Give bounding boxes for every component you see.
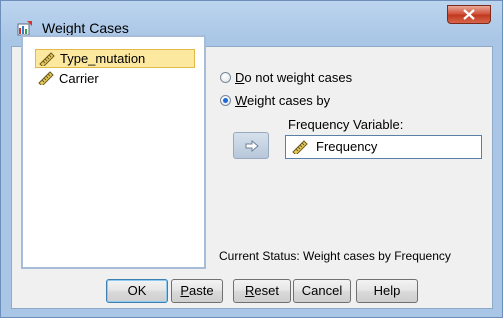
source-variable-list[interactable]: Type_mutation Carrier <box>21 35 206 269</box>
frequency-variable-value: Frequency <box>316 139 378 154</box>
do-not-weight-label: Do not weight cases <box>235 70 353 85</box>
paste-button[interactable]: Paste <box>171 279 223 303</box>
spss-dialog-icon <box>17 21 32 36</box>
list-item-type-mutation[interactable]: Type_mutation <box>35 49 195 68</box>
cancel-button[interactable]: Cancel <box>293 279 351 303</box>
weight-by-label: Weight cases by <box>235 93 331 108</box>
ok-button[interactable]: OK <box>106 279 168 303</box>
scale-ruler-icon <box>292 140 308 154</box>
close-icon <box>463 9 475 20</box>
variable-label: Carrier <box>59 71 99 86</box>
help-button[interactable]: Help <box>356 279 418 303</box>
current-status-text: Current Status: Weight cases by Frequenc… <box>219 249 451 263</box>
arrow-right-icon <box>245 140 259 152</box>
variable-label: Type_mutation <box>60 51 146 66</box>
frequency-variable-label: Frequency Variable: <box>288 117 404 132</box>
weight-cases-dialog: Weight Cases Type_mutation Carrier Do no… <box>0 0 503 318</box>
close-button[interactable] <box>447 5 491 24</box>
reset-button[interactable]: Reset <box>233 279 291 303</box>
weight-by-radio[interactable] <box>220 95 231 106</box>
move-variable-button[interactable] <box>233 132 269 159</box>
list-item-carrier[interactable]: Carrier <box>35 69 105 88</box>
do-not-weight-radio[interactable] <box>220 72 231 83</box>
scale-ruler-icon <box>39 52 55 66</box>
scale-ruler-icon <box>38 71 54 85</box>
frequency-variable-field[interactable]: Frequency <box>285 135 482 159</box>
